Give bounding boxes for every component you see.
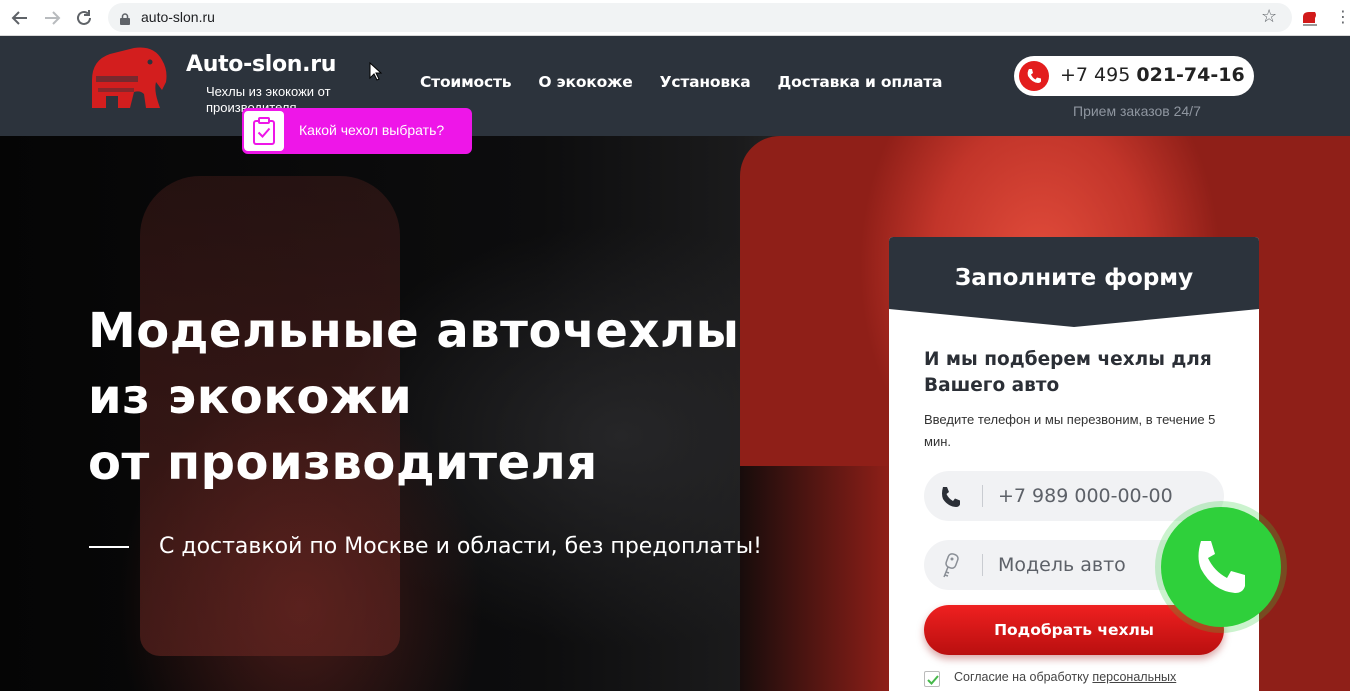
hero-background-shadow bbox=[740, 466, 890, 691]
hero-title-line-1: Модельные авточехлы bbox=[88, 303, 740, 359]
quiz-button-label: Какой чехол выбрать? bbox=[299, 122, 445, 138]
car-key-icon bbox=[938, 553, 964, 579]
form-title: Заполните форму bbox=[954, 265, 1194, 291]
address-bar[interactable] bbox=[108, 3, 1292, 32]
nav-link-ecoleather[interactable]: О экокоже bbox=[538, 73, 632, 91]
clipboard-check-icon bbox=[244, 111, 284, 151]
hero-title: Модельные авточехлы из экокожи от произв… bbox=[88, 298, 740, 496]
field-divider bbox=[982, 554, 983, 576]
reload-icon[interactable] bbox=[73, 7, 95, 29]
phone-handset-icon bbox=[1198, 541, 1245, 593]
hero-title-line-3: от производителя bbox=[88, 435, 598, 491]
top-navigation: Стоимость О экокоже Установка Доставка и… bbox=[420, 73, 942, 91]
hero-subtitle: С доставкой по Москве и области, без пре… bbox=[159, 534, 762, 559]
site-header: Auto-slon.ru Чехлы из экокожи от произво… bbox=[0, 36, 1350, 136]
star-icon[interactable]: ☆ bbox=[1261, 6, 1277, 27]
hero-title-line-2: из экокожи bbox=[88, 369, 413, 425]
back-icon[interactable] bbox=[9, 7, 31, 29]
order-hours: Прием заказов 24/7 bbox=[1073, 103, 1201, 119]
call-button[interactable] bbox=[1161, 507, 1281, 627]
form-header: Заполните форму bbox=[889, 237, 1259, 329]
form-lead: И мы подберем чехлы для Вашего авто bbox=[924, 349, 1212, 396]
consent-link[interactable]: персональных bbox=[1092, 670, 1176, 684]
lock-icon bbox=[120, 10, 130, 25]
phone-pill[interactable]: +7 495 021-74-16 bbox=[1014, 56, 1254, 96]
check-icon bbox=[927, 675, 939, 685]
logo-name[interactable]: Auto-slon.ru bbox=[186, 52, 336, 77]
quiz-button[interactable]: Какой чехол выбрать? bbox=[242, 108, 472, 154]
nav-link-delivery[interactable]: Доставка и оплата bbox=[778, 73, 943, 91]
mouse-cursor-icon bbox=[369, 61, 383, 86]
phone-main: 021-74-16 bbox=[1136, 64, 1245, 86]
hero-divider bbox=[89, 546, 129, 548]
address-url[interactable]: auto-slon.ru bbox=[141, 9, 215, 25]
consent-checkbox[interactable] bbox=[924, 671, 940, 687]
phone-number[interactable]: +7 495 021-74-16 bbox=[1060, 64, 1245, 86]
nav-link-price[interactable]: Стоимость bbox=[420, 73, 512, 91]
consent-text: Согласие на обработку персональных bbox=[954, 670, 1176, 684]
browser-toolbar: auto-slon.ru ☆ ⋮ bbox=[0, 0, 1350, 36]
extension-icon[interactable] bbox=[1300, 9, 1320, 27]
forward-icon[interactable] bbox=[41, 7, 63, 29]
handset-icon bbox=[938, 484, 964, 510]
elephant-logo-icon[interactable] bbox=[88, 46, 170, 114]
form-hint: Введите телефон и мы перезвоним, в течен… bbox=[924, 412, 1216, 449]
phone-icon bbox=[1019, 61, 1049, 91]
menu-icon[interactable]: ⋮ bbox=[1335, 7, 1350, 26]
field-divider bbox=[982, 485, 983, 507]
nav-link-installation[interactable]: Установка bbox=[660, 73, 751, 91]
consent-prefix: Согласие на обработку bbox=[954, 670, 1089, 684]
phone-prefix: +7 495 bbox=[1060, 64, 1131, 86]
